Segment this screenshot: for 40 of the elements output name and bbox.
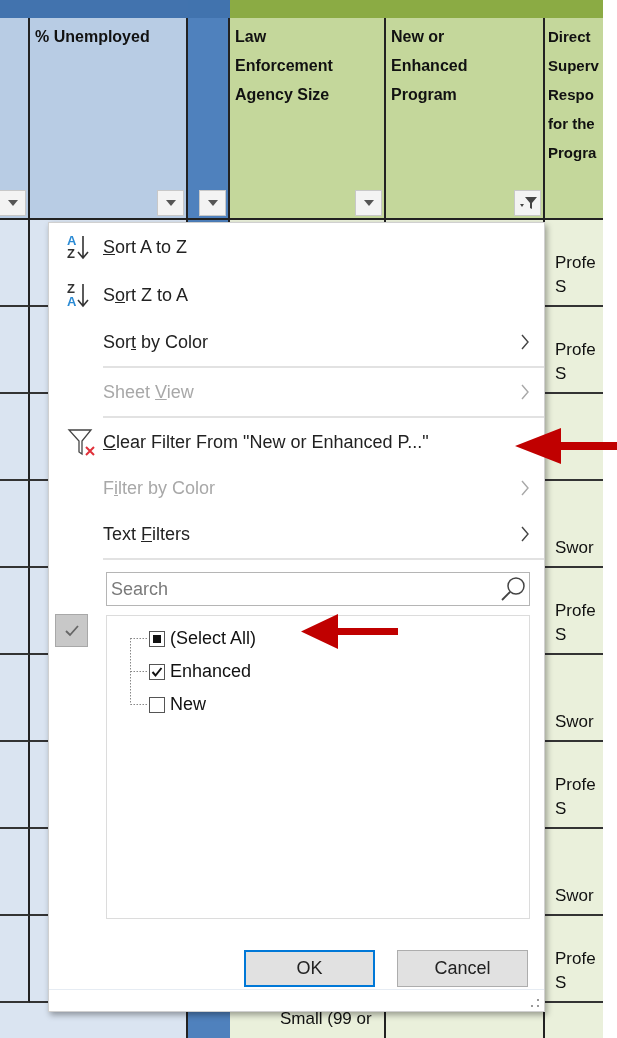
resize-grip-icon [531,999,540,1008]
filter-dropdown-button[interactable] [355,190,382,216]
menu-item[interactable]: Sort by Color [49,319,544,365]
checkbox[interactable] [149,630,165,647]
table-cell [545,1003,603,1038]
table-cell: Profe S [545,307,603,394]
menu-item[interactable]: Z A Sort Z to A [49,271,544,319]
check-icon [55,614,88,647]
chevron-right-icon [520,479,530,497]
menu-item[interactable]: Clear Filter From "New or Enhanced P..." [49,419,544,465]
clear-filter-icon [67,427,97,457]
column-header-text: Direct Superv Respo for the Progra [548,27,600,163]
table-cell: Profe S [545,742,603,829]
filter-option[interactable]: Enhanced [149,655,257,688]
table-cell: Profe S [545,568,603,655]
chevron-right-icon [520,383,530,401]
dialog-button[interactable]: OK [244,950,375,987]
table-cell: Swor [545,481,603,568]
filter-option[interactable]: New [149,688,257,721]
filter-option[interactable]: (Select All) [149,622,257,655]
table-cell: Profe S [545,916,603,1003]
search-field[interactable]: Search [106,572,530,606]
table-cell: Swor [545,829,603,916]
filter-dropdown-button[interactable] [199,190,226,216]
chevron-right-icon [520,333,530,351]
table-cell: Swor [545,655,603,742]
checkbox[interactable] [149,663,165,680]
filter-dropdown-button[interactable] [0,190,26,216]
column-header-text: Law Enforcement Agency Size [235,27,334,105]
chevron-right-icon [520,525,530,543]
column-header-text: % Unemployed [35,27,151,47]
search-icon [499,575,527,603]
table-cell: Profe S [545,220,603,307]
dialog-button[interactable]: Cancel [397,950,528,987]
menu-item[interactable]: Text Filters [49,511,544,557]
filter-dropdown-button[interactable] [514,190,541,216]
column-header-text: New or Enhanced Program [391,27,469,105]
menu-item[interactable]: A Z Sort A to Z [49,223,544,271]
checkbox[interactable] [149,696,165,713]
filter-dropdown-button[interactable] [157,190,184,216]
